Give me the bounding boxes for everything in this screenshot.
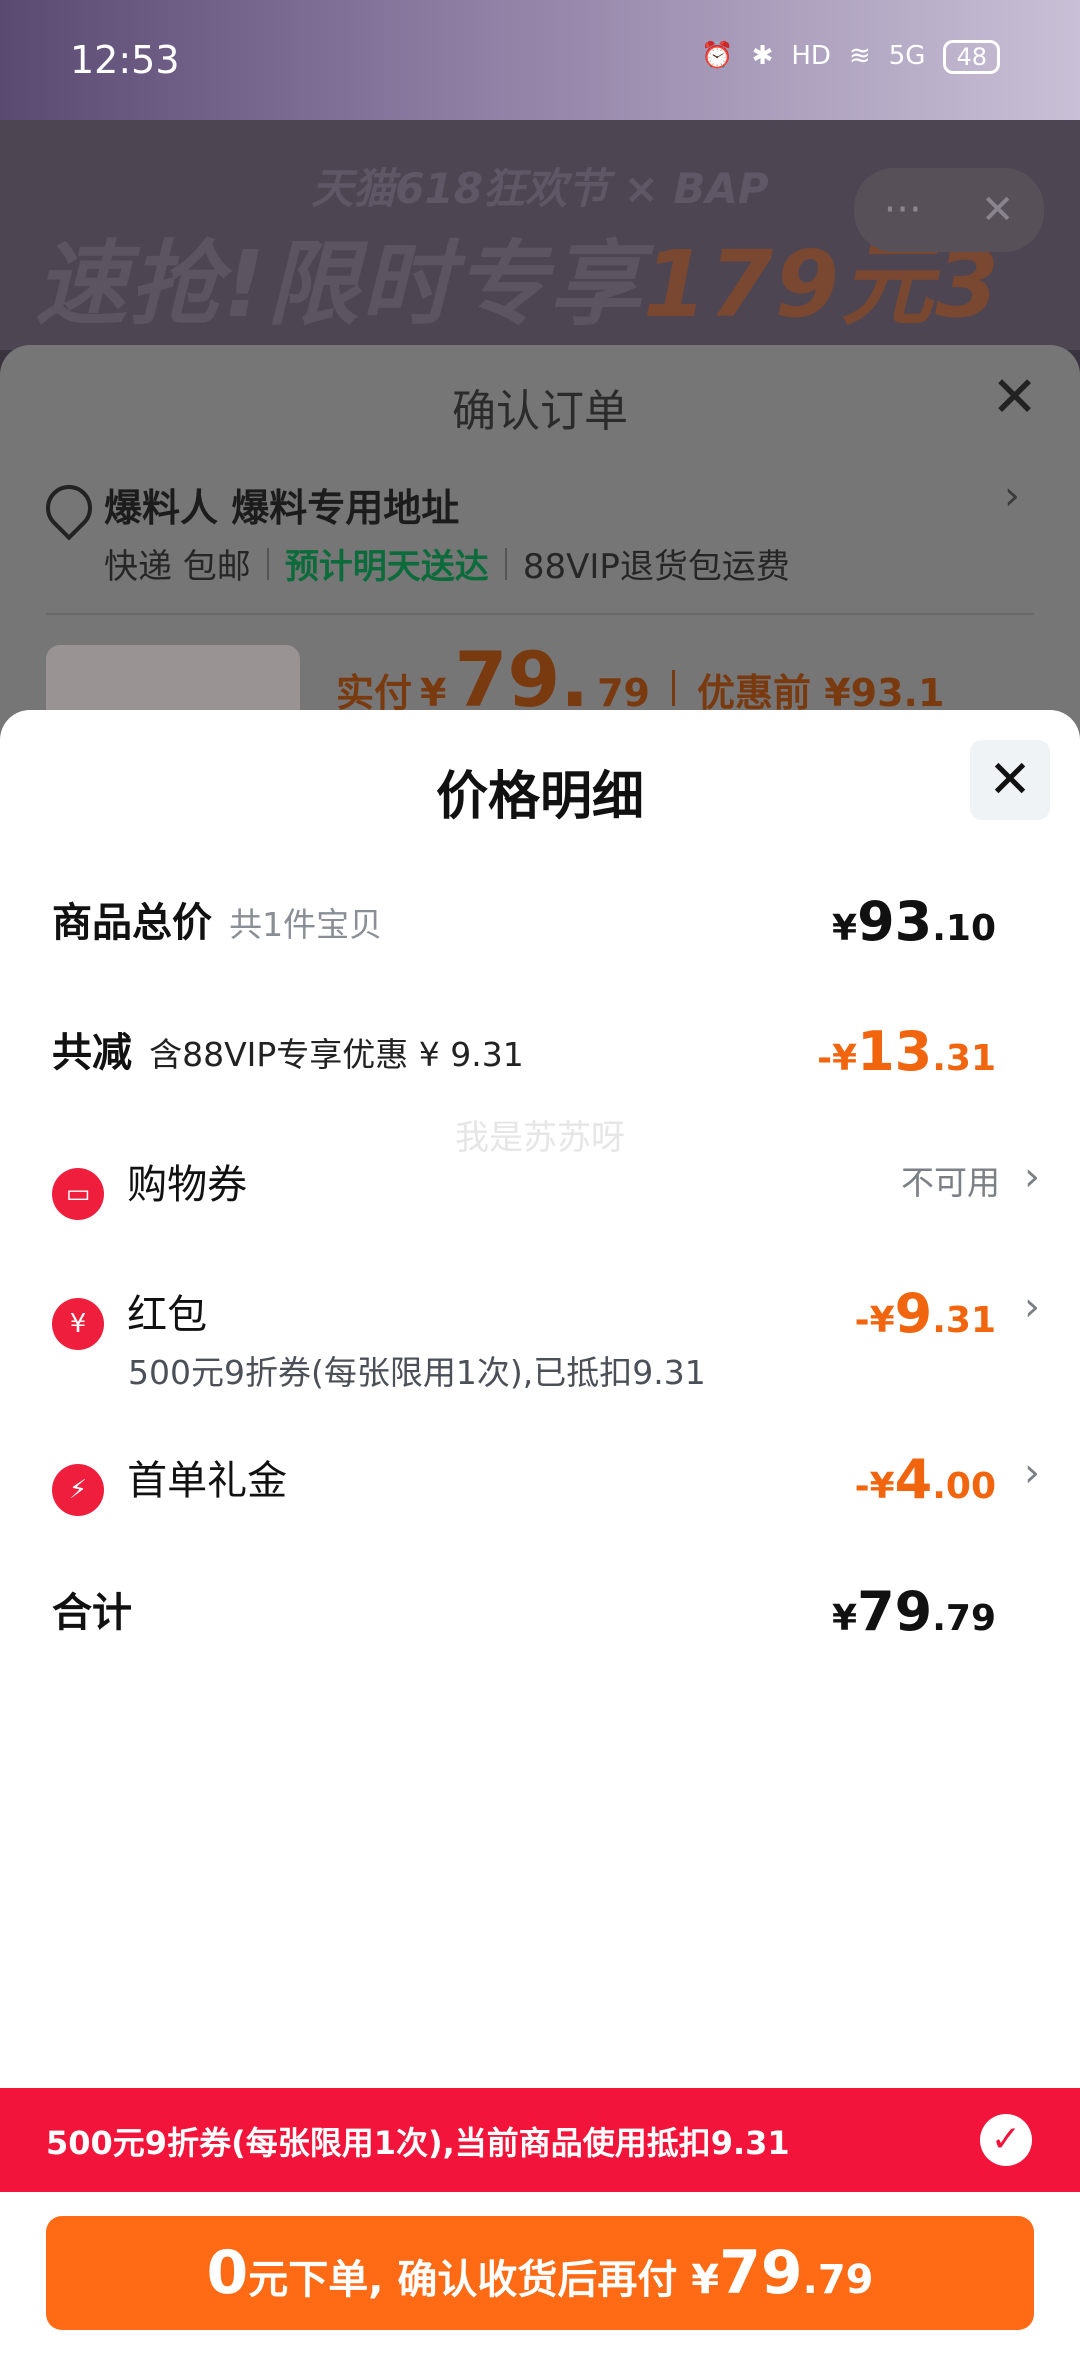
address-text[interactable]: 爆料人 爆料专用地址 xyxy=(104,477,459,532)
watermark: 我是苏苏呀 xyxy=(455,1118,625,1158)
red-packet-icon: ¥ xyxy=(52,1297,104,1350)
before-discount: 优惠前 ¥93.1 xyxy=(697,671,945,715)
battery-indicator: 48 xyxy=(943,40,1000,74)
item-count: 共1件宝贝 xyxy=(229,905,383,944)
5g-signal-icon: 5G xyxy=(888,41,926,71)
delivery-estimate: 预计明天送达 xyxy=(284,547,489,587)
mini-program-capsule[interactable]: ··· ✕ xyxy=(854,168,1044,252)
location-pin-icon xyxy=(36,475,102,541)
status-icons: ⏰ ✱ HD ≋ 5G 48 xyxy=(701,40,1000,74)
divider xyxy=(672,670,675,706)
pay-dec: .79 xyxy=(802,2257,874,2303)
sum-amount: ¥79.79 xyxy=(832,1580,996,1643)
bluetooth-icon: ✱ xyxy=(751,41,774,71)
discount-amount: -¥13.31 xyxy=(817,1020,996,1083)
wifi-icon: ≋ xyxy=(848,41,871,71)
coupon-text: 500元9折券(每张限用1次),当前商品使用抵扣9.31 xyxy=(46,2124,790,2162)
red-packet-note: 500元9折券(每张限用1次),已抵扣9.31 xyxy=(128,1353,706,1392)
sum-row: 合计 ¥79.79 xyxy=(52,1580,1028,1650)
chevron-right-icon[interactable]: › xyxy=(1024,1154,1040,1200)
pay-zero: 0 xyxy=(206,2238,249,2308)
chevron-right-icon[interactable]: › xyxy=(1024,1450,1040,1496)
paid-symbol: ¥ xyxy=(420,671,447,715)
coupon-banner[interactable]: 500元9折券(每张限用1次),当前商品使用抵扣9.31 ✓ xyxy=(0,2088,1080,2192)
red-packet-row[interactable]: ¥ 红包 -¥9.31 › 500元9折券(每张限用1次),已抵扣9.31 xyxy=(52,1282,1040,1402)
red-packet-label: 红包 xyxy=(127,1292,208,1338)
order-title: 确认订单 xyxy=(452,386,628,437)
vip-return-info: 88VIP退货包运费 xyxy=(522,547,790,587)
gift-label: 首单礼金 xyxy=(127,1458,288,1504)
chevron-right-icon[interactable]: › xyxy=(1024,1284,1040,1330)
status-time: 12:53 xyxy=(70,38,180,82)
banner-headline-prefix: 速抢!限时专享 xyxy=(35,231,643,338)
pay-text: 元下单, 确认收货后再付 ¥ xyxy=(248,2257,720,2303)
red-packet-amount: -¥9.31 xyxy=(854,1282,996,1345)
discount-note: 含88VIP专享优惠 ¥ 9.31 xyxy=(149,1035,524,1074)
first-order-gift-row[interactable]: ⚡ 首单礼金 -¥4.00 › xyxy=(52,1448,1040,1518)
status-bar: 12:53 ⏰ ✱ HD ≋ 5G 48 xyxy=(0,0,1080,120)
ticket-icon: ▭ xyxy=(52,1167,104,1220)
promo-banner: 天猫618狂欢节 × BAP 速抢!限时专享179元3件 ··· ✕ xyxy=(0,120,1080,350)
total-price-row: 商品总价 共1件宝贝 ¥93.10 xyxy=(52,890,1028,960)
check-icon[interactable]: ✓ xyxy=(980,2114,1032,2166)
sheet-title: 价格明细 xyxy=(435,767,644,827)
order-close-icon[interactable]: ✕ xyxy=(991,365,1038,430)
address-chevron-icon[interactable]: › xyxy=(1004,473,1020,519)
total-amount: ¥93.10 xyxy=(832,890,996,953)
paid-dec: 79 xyxy=(597,671,650,715)
divider xyxy=(504,547,507,580)
paid-label: 实付 xyxy=(336,671,413,715)
total-label: 商品总价 xyxy=(52,900,212,946)
shipping-method: 快递 包邮 xyxy=(104,547,251,587)
lightning-icon: ⚡ xyxy=(52,1463,104,1516)
voucher-status: 不可用 xyxy=(901,1163,1000,1202)
more-icon[interactable]: ··· xyxy=(884,187,922,233)
hd-icon: HD xyxy=(791,41,831,71)
divider xyxy=(46,613,1034,615)
close-button[interactable]: ✕ xyxy=(970,740,1050,820)
discount-label: 共减 xyxy=(52,1030,132,1076)
voucher-label: 购物券 xyxy=(127,1162,248,1208)
close-icon[interactable]: ✕ xyxy=(981,187,1015,233)
order-confirm-sheet: 确认订单 ✕ 爆料人 爆料专用地址 › 快递 包邮 预计明天送达 88VIP退货… xyxy=(0,345,1080,745)
voucher-row[interactable]: ▭ 购物券 不可用 › xyxy=(52,1152,1040,1222)
gift-amount: -¥4.00 xyxy=(854,1448,996,1511)
divider xyxy=(266,547,269,580)
sum-label: 合计 xyxy=(52,1590,132,1636)
place-order-button[interactable]: 0元下单, 确认收货后再付 ¥79.79 xyxy=(46,2216,1034,2330)
shipping-info: 快递 包邮 预计明天送达 88VIP退货包运费 xyxy=(104,539,790,588)
pay-int: 79 xyxy=(719,2238,803,2308)
alarm-icon: ⏰ xyxy=(701,41,734,71)
discount-row: 共减 含88VIP专享优惠 ¥ 9.31 -¥13.31 xyxy=(52,1020,1028,1090)
